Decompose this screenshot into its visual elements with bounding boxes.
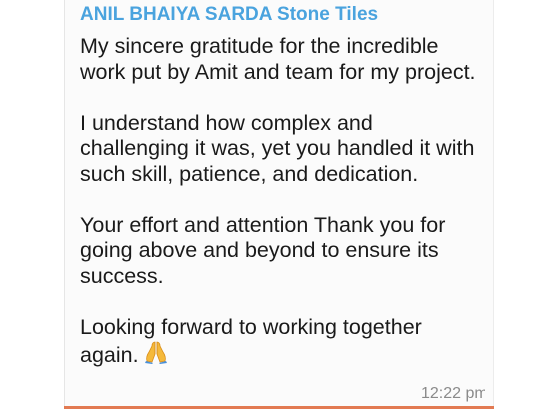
message-closing-paragraph: Looking forward to working together agai… (80, 315, 485, 371)
message-timestamp: 12:22 pm (421, 385, 485, 402)
sender-name[interactable]: ANIL BHAIYA SARDA Stone Tiles (80, 4, 378, 26)
message-paragraph: Your effort and attention Thank you for … (80, 212, 446, 288)
message-paragraph: I understand how complex and challenging… (80, 110, 475, 186)
folded-hands-emoji-icon (143, 340, 169, 371)
chat-screen: ANIL BHAIYA SARDA Stone Tiles My sincere… (0, 0, 558, 410)
bubble-bottom-divider (64, 406, 494, 409)
message-closing: Looking forward to working together agai… (80, 314, 422, 368)
message-text: My sincere gratitude for the incredible … (80, 34, 485, 371)
message-paragraph: My sincere gratitude for the incredible … (80, 34, 476, 84)
